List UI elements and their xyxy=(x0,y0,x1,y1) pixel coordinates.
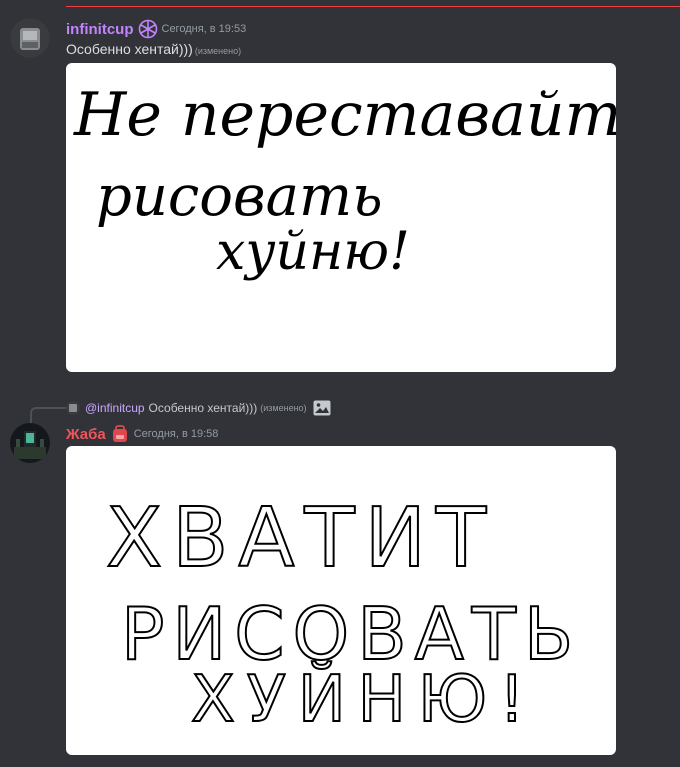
reply-preview[interactable]: @infinitcup Особенно хентай))) (изменено… xyxy=(66,400,331,416)
username[interactable]: infinitcup xyxy=(66,21,134,38)
image-line-1: ХВАТИТ xyxy=(106,491,496,586)
avatar-infinitcup[interactable] xyxy=(10,18,50,58)
message-header: infinitcup Сегодня, в 19:53 xyxy=(66,19,246,39)
image-attachment[interactable]: ХВАТИТ РИСОВАТЬ ХУЙНЮ! xyxy=(66,446,616,755)
avatar-zhaba[interactable] xyxy=(10,423,50,463)
edited-label: (изменено) xyxy=(194,46,242,56)
new-messages-divider xyxy=(66,6,680,7)
message-text: Особенно хентай))) xyxy=(66,41,193,57)
reply-edited-label: (изменено) xyxy=(260,403,307,413)
message-content: Особенно хентай))) (изменено) xyxy=(66,41,241,57)
backpack-badge-icon xyxy=(110,424,130,444)
image-line-3: хуйню! xyxy=(216,222,410,282)
reply-text: Особенно хентай))) xyxy=(148,401,258,415)
timestamp: Сегодня, в 19:58 xyxy=(133,428,219,440)
username[interactable]: Жаба xyxy=(66,426,106,443)
reply-avatar xyxy=(66,401,80,415)
reply-spine xyxy=(30,407,66,425)
image-line-2: рисовать xyxy=(96,164,383,229)
image-attachment[interactable]: Не переставайте рисовать хуйню! xyxy=(66,63,616,372)
image-line-3: ХУЙНЮ! xyxy=(191,661,537,737)
image-icon xyxy=(313,400,331,416)
timestamp: Сегодня, в 19:53 xyxy=(161,23,247,35)
message-header: Жаба Сегодня, в 19:58 xyxy=(66,424,218,444)
image-line-1: Не переставайте xyxy=(73,80,616,150)
snowflake-badge-icon xyxy=(138,19,158,39)
reply-mention[interactable]: @infinitcup xyxy=(85,401,145,415)
